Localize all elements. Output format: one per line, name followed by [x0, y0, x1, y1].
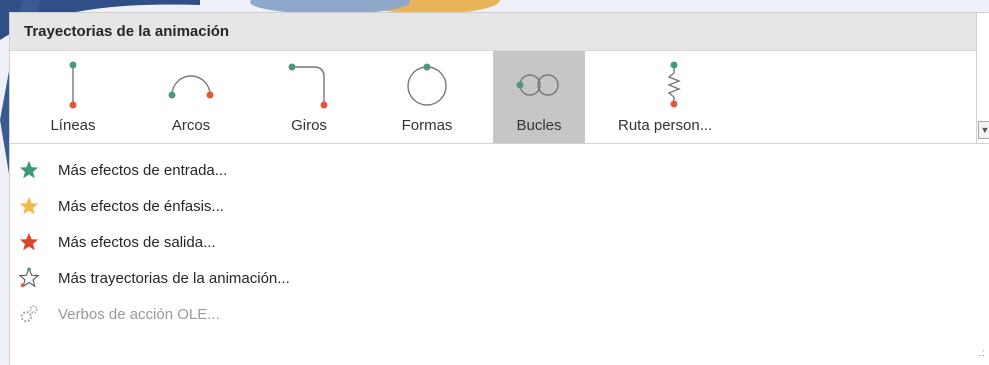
- section-header: Trayectorias de la animación: [10, 13, 976, 51]
- resize-grip[interactable]: .:: [978, 348, 986, 359]
- menu-item-exit-effects[interactable]: Más efectos de salida...: [10, 225, 970, 261]
- menu-item-motion-paths[interactable]: Más trayectorias de la animación...: [10, 261, 970, 297]
- menu-item-entrance-effects[interactable]: Más efectos de entrada...: [10, 153, 970, 189]
- loop-path-icon: [516, 74, 559, 96]
- exit-star-icon: [19, 232, 39, 251]
- tile-lineas[interactable]: Líneas: [32, 51, 114, 143]
- tile-label: Ruta person...: [618, 117, 713, 134]
- motion-path-star-icon: [18, 267, 40, 288]
- menu-item-label: Verbos de acción OLE...: [58, 306, 220, 323]
- shape-path-icon: [407, 63, 447, 106]
- emphasis-star-icon: [19, 196, 39, 215]
- tile-giros[interactable]: Giros: [268, 51, 350, 143]
- tile-ruta-personalizada[interactable]: Ruta person...: [612, 51, 736, 143]
- tile-label: Bucles: [516, 117, 562, 134]
- divider: [10, 143, 989, 144]
- more-effects-menu: Más efectos de entrada... Más efectos de…: [10, 153, 970, 333]
- entrance-star-icon: [19, 160, 39, 179]
- tile-label: Giros: [291, 117, 327, 134]
- tile-arcos[interactable]: Arcos: [150, 51, 232, 143]
- tile-formas[interactable]: Formas: [386, 51, 468, 143]
- animation-gallery-dropdown: Trayectorias de la animación Líneas Arco…: [9, 12, 989, 365]
- motion-path-gallery: Líneas Arcos Giros Formas Bucles Ruta pe…: [10, 51, 976, 143]
- arc-path-icon: [168, 75, 214, 99]
- custom-path-icon: [667, 61, 681, 108]
- tile-label: Formas: [401, 117, 453, 134]
- menu-item-label: Más trayectorias de la animación...: [58, 270, 290, 287]
- section-title: Trayectorias de la animación: [24, 23, 230, 40]
- tile-label: Líneas: [50, 117, 96, 134]
- tile-bucles[interactable]: Bucles: [493, 51, 585, 143]
- line-path-icon: [69, 61, 77, 109]
- scroll-down-button[interactable]: ▼: [978, 121, 989, 139]
- tile-label: Arcos: [171, 117, 211, 134]
- gallery-scrollbar[interactable]: ▼: [976, 13, 989, 143]
- turn-path-icon: [288, 63, 328, 109]
- ole-action-icon: [20, 305, 38, 323]
- menu-item-emphasis-effects[interactable]: Más efectos de énfasis...: [10, 189, 970, 225]
- menu-item-label: Más efectos de entrada...: [58, 162, 228, 179]
- menu-item-label: Más efectos de salida...: [58, 234, 216, 251]
- menu-item-ole-action-verbs[interactable]: Verbos de acción OLE...: [10, 297, 970, 333]
- menu-item-label: Más efectos de énfasis...: [58, 198, 224, 215]
